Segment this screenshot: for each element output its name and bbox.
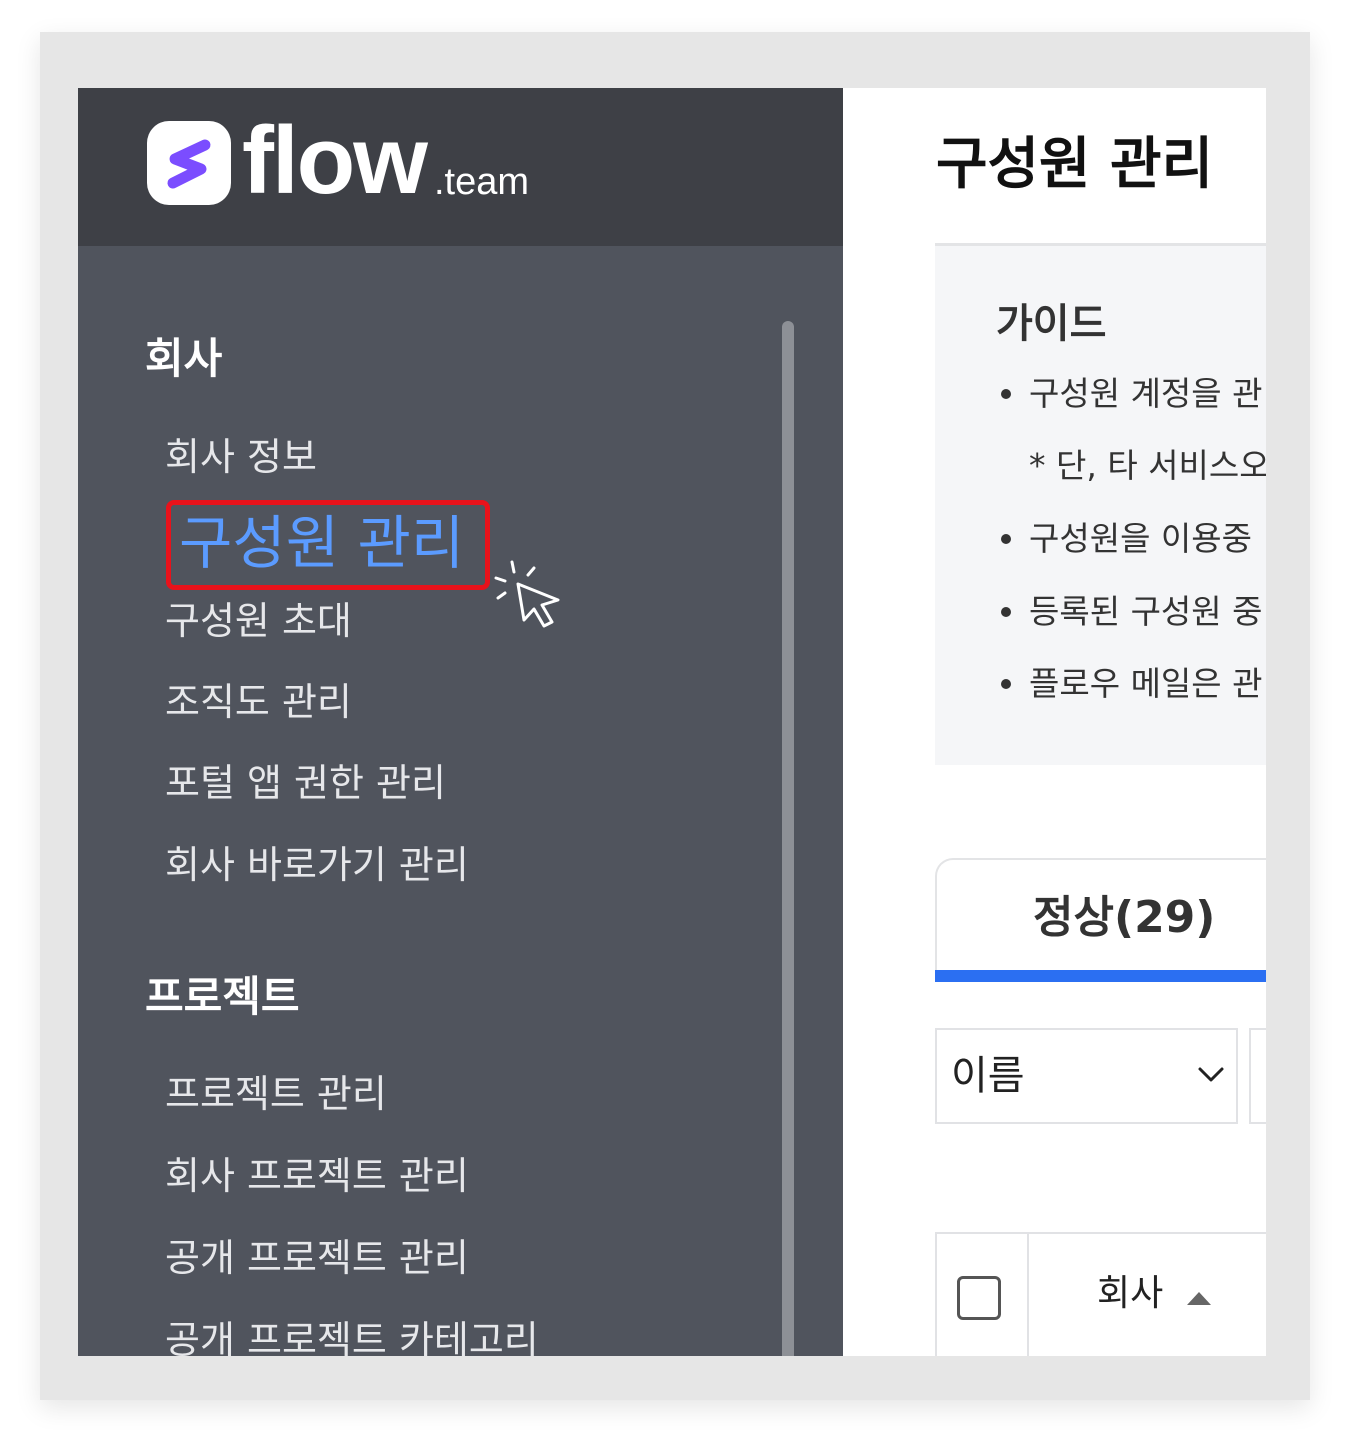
sidebar-item-public-project-category[interactable]: 공개 프로젝트 카테고리	[165, 1315, 539, 1356]
table-header: 회사	[935, 1232, 1266, 1356]
tab-label: 정상(29)	[1033, 892, 1216, 943]
search-field-select[interactable]: 이름	[935, 1028, 1238, 1124]
cursor-click-icon	[494, 560, 560, 628]
guide-panel: 가이드 구성원 계정을 관 * 단, 타 서비스오 구성원을 이용중 등록된 구…	[935, 246, 1266, 765]
guide-line: 구성원을 이용중	[1029, 519, 1253, 558]
sidebar-item-project-management[interactable]: 프로젝트 관리	[165, 1069, 387, 1119]
sidebar-item-member-invite[interactable]: 구성원 초대	[165, 596, 352, 646]
select-all-checkbox[interactable]	[957, 1276, 1001, 1320]
sidebar-item-public-project-management[interactable]: 공개 프로젝트 관리	[165, 1233, 469, 1283]
brand-name: flow	[242, 107, 428, 214]
bullet-icon	[1001, 607, 1011, 617]
highlight-box	[166, 500, 490, 590]
tab-active-members[interactable]: 정상(29)	[935, 858, 1266, 970]
sidebar-item-company-shortcuts[interactable]: 회사 바로가기 관리	[165, 840, 469, 890]
guide-line: 등록된 구성원 중	[1029, 592, 1263, 631]
sidebar-item-company-project-management[interactable]: 회사 프로젝트 관리	[165, 1151, 469, 1201]
chevron-down-icon	[1198, 1067, 1224, 1082]
sidebar-item-company-info[interactable]: 회사 정보	[165, 432, 317, 482]
sort-ascending-icon[interactable]	[1187, 1292, 1211, 1305]
tab-active-indicator	[935, 970, 1266, 982]
search-input[interactable]	[1249, 1028, 1266, 1124]
main-content: 구성원 관리 가이드 구성원 계정을 관 * 단, 타 서비스오 구성원을 이용…	[843, 88, 1266, 1356]
sidebar-item-portal-app-permissions[interactable]: 포털 앱 권한 관리	[165, 758, 446, 808]
app-window: flow .team 회사 회사 정보 구성원 관리 구성원 초대 조직도 관리…	[78, 88, 1266, 1356]
select-value: 이름	[951, 1053, 1025, 1099]
guide-line: * 단, 타 서비스오	[1029, 446, 1266, 485]
column-divider	[1027, 1234, 1029, 1356]
bullet-icon	[1001, 389, 1011, 399]
column-header-company[interactable]: 회사	[1097, 1270, 1163, 1318]
sidebar-section-project: 프로젝트	[145, 972, 300, 1021]
page-title: 구성원 관리	[936, 132, 1214, 197]
sidebar-item-org-chart[interactable]: 조직도 관리	[165, 677, 352, 727]
bullet-icon	[1001, 679, 1011, 689]
sidebar-section-company: 회사	[145, 334, 223, 383]
sidebar-scrollbar[interactable]	[782, 321, 794, 1356]
guide-line: 구성원 계정을 관	[1029, 374, 1263, 413]
guide-line: 플로우 메일은 관	[1029, 664, 1263, 703]
sidebar: flow .team 회사 회사 정보 구성원 관리 구성원 초대 조직도 관리…	[78, 88, 843, 1356]
guide-title: 가이드	[996, 301, 1107, 347]
brand-suffix: .team	[434, 161, 530, 203]
flow-logo-icon[interactable]	[147, 121, 231, 205]
sidebar-header: flow .team	[78, 88, 843, 246]
bullet-icon	[1001, 534, 1011, 544]
